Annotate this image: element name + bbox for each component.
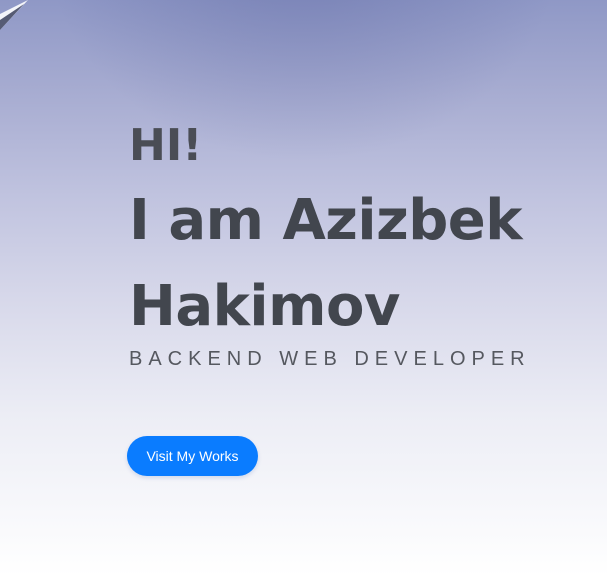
hero-section: HI! I am Azizbek Hakimov BACKEND WEB DEV… xyxy=(129,118,599,371)
hero-name: I am Azizbek Hakimov xyxy=(129,178,599,350)
visit-my-works-button[interactable]: Visit My Works xyxy=(127,436,258,476)
decorative-corner-shape xyxy=(0,0,28,30)
hero-role: BACKEND WEB DEVELOPER xyxy=(129,348,531,370)
hero-name-line1: I am Azizbek xyxy=(129,188,523,253)
hero-name-line2: Hakimov xyxy=(129,274,400,339)
hero-greeting: HI! xyxy=(129,120,203,171)
